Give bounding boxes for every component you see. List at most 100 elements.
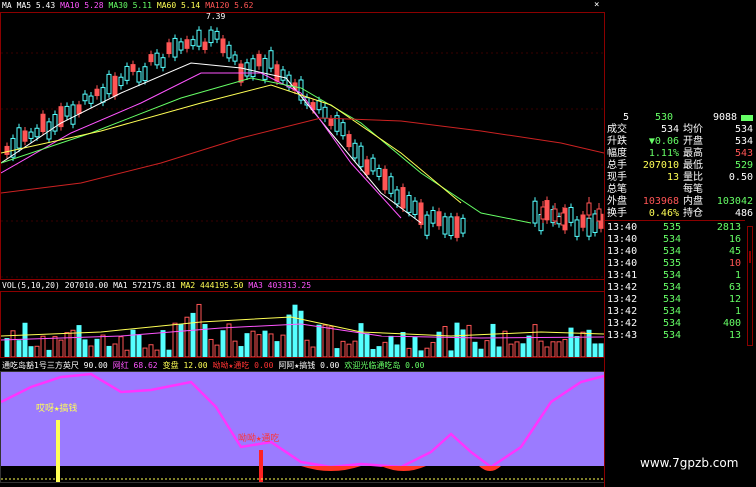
volume-bar: [52, 336, 58, 357]
volume-bar: [118, 336, 124, 357]
volume-bar: [364, 333, 370, 357]
volume-bar: [502, 330, 508, 357]
quote-label: 最高: [683, 148, 703, 159]
volume-bar: [196, 303, 202, 357]
candle-body: [424, 214, 430, 236]
volume-bar: [244, 333, 250, 357]
candle-body: [592, 213, 598, 233]
quote-label: 开盘: [683, 136, 703, 147]
quote-value: 0.46%: [648, 208, 679, 219]
indicator-chart[interactable]: [1, 372, 604, 482]
candle-panel[interactable]: [0, 12, 605, 280]
indicator-mound: [381, 466, 426, 471]
candle-body: [130, 64, 136, 72]
candle-body: [196, 29, 202, 47]
volume-bar: [430, 341, 436, 357]
quote-row: 总手 207010 最低 529: [605, 160, 756, 172]
volume-bar: [28, 346, 34, 357]
tick-time: 13:40: [607, 234, 638, 245]
volume-bar: [76, 325, 82, 357]
volume-bar: [250, 330, 256, 357]
indicator-mound: [301, 466, 361, 471]
candle-body: [442, 216, 448, 235]
indicator-panel[interactable]: [0, 371, 605, 483]
candle-body: [208, 29, 214, 44]
candle-body: [40, 113, 46, 133]
volume-bar: [394, 344, 400, 357]
vol-legend: VOL(5,10,20) 207010.00 MA1 572175.81 MA2 44…: [2, 280, 316, 291]
candlestick-chart[interactable]: [1, 13, 604, 279]
volume-bar: [112, 343, 118, 357]
scrollbar[interactable]: [747, 226, 753, 346]
close-icon[interactable]: ×: [594, 1, 603, 10]
candle-body: [346, 134, 352, 148]
candle-body: [540, 206, 546, 220]
candle-body: [280, 69, 286, 81]
candle-body: [370, 157, 376, 172]
volume-bar: [238, 346, 244, 357]
tick-time: 13:40: [607, 222, 638, 233]
vol-legend-item: 207010.00: [64, 281, 109, 290]
quote-label: 总手: [607, 160, 627, 171]
candle-body: [112, 75, 118, 97]
candle-body: [94, 88, 100, 97]
volume-panel[interactable]: [0, 291, 605, 358]
candle-body: [16, 127, 22, 149]
quote-label: 每笔: [683, 184, 703, 195]
candle-body: [586, 217, 592, 237]
volume-bar: [346, 343, 352, 357]
volume-bar: [478, 348, 484, 357]
volume-bar: [376, 346, 382, 357]
volume-bar: [412, 336, 418, 357]
volume-bar: [220, 330, 226, 357]
volume-bar: [214, 344, 220, 357]
volume-bar: [160, 330, 166, 357]
tick-price: 534: [662, 330, 681, 341]
indicator-legend-item: 变盘 12.00: [162, 361, 208, 370]
tick-row: 13:42 534 63: [605, 282, 756, 294]
quote-row: 换手 0.46% 持仓 486: [605, 208, 756, 220]
candle-body: [166, 42, 172, 55]
volume-bar: [256, 334, 262, 357]
tick-volume: 1: [734, 270, 741, 281]
volume-bar: [442, 326, 448, 357]
quote-header: 5 530 9088: [605, 112, 756, 124]
tick-time: 13:41: [607, 270, 638, 281]
quote-value: 534: [734, 136, 753, 147]
candle-body: [232, 54, 238, 62]
candle-body: [454, 216, 460, 238]
quote-header-bar: [741, 115, 753, 121]
tick-time: 13:42: [607, 294, 638, 305]
quote-value: 0.50: [728, 172, 753, 183]
candle-body: [154, 52, 160, 66]
candle-body: [34, 127, 40, 138]
volume-bar: [334, 348, 340, 357]
ma-legend-item: MA120 5.62: [205, 1, 254, 10]
quote-label: 最低: [683, 160, 703, 171]
tick-volume: 10: [728, 258, 741, 269]
quote-value: 103968: [642, 196, 679, 207]
candle-body: [556, 216, 562, 225]
tick-price: 535: [662, 222, 681, 233]
volume-bar: [382, 341, 388, 357]
candle-body: [430, 210, 436, 224]
quote-label: 总笔: [607, 184, 627, 195]
candle-body: [532, 200, 538, 224]
candle-body: [4, 145, 10, 155]
signal-bar-red: [259, 450, 263, 482]
quote-value: 486: [734, 208, 753, 219]
candle-body: [436, 211, 442, 227]
scrollbar-thumb[interactable]: [749, 251, 751, 263]
candle-body: [274, 64, 280, 82]
quote-label: 均价: [683, 124, 703, 135]
quote-label: 成交: [607, 124, 627, 135]
tick-price: 534: [662, 318, 681, 329]
candle-body: [142, 66, 148, 82]
volume-chart[interactable]: [1, 292, 604, 357]
volume-bar: [526, 335, 532, 357]
quote-value: 207010: [642, 160, 679, 171]
volume-bar: [82, 339, 88, 357]
tick-volume: 13: [728, 330, 741, 341]
quote-value: 103042: [716, 196, 753, 207]
volume-bar: [592, 343, 598, 357]
